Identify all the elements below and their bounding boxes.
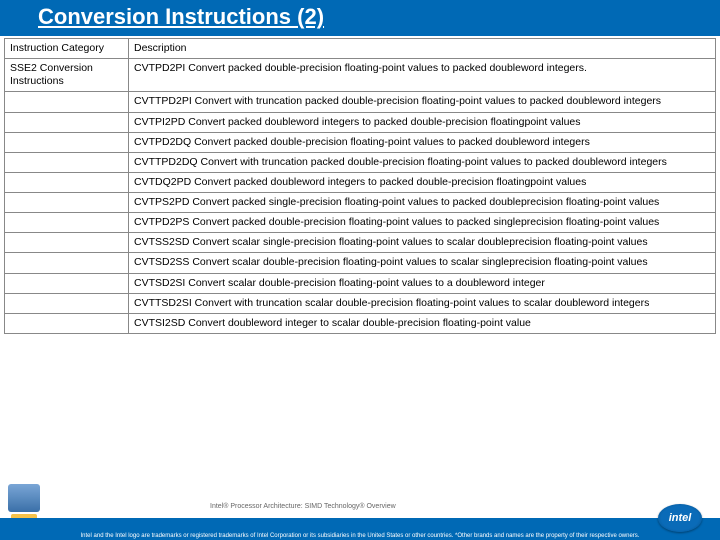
table-row: CVTTPD2DQ Convert with truncation packed… bbox=[5, 152, 716, 172]
slide-title: Conversion Instructions (2) bbox=[0, 0, 720, 36]
cell-category: SSE2 Conversion Instructions bbox=[5, 59, 129, 92]
cell-desc: CVTPS2PD Convert packed single-precision… bbox=[129, 193, 716, 213]
table-row: SSE2 Conversion InstructionsCVTPD2PI Con… bbox=[5, 59, 716, 92]
table-row: CVTTSD2SI Convert with truncation scalar… bbox=[5, 293, 716, 313]
table-header-row: Instruction Category Description bbox=[5, 39, 716, 59]
legal-text: Intel and the Intel logo are trademarks … bbox=[0, 533, 720, 539]
table-row: CVTTPD2PI Convert with truncation packed… bbox=[5, 92, 716, 112]
header-category: Instruction Category bbox=[5, 39, 129, 59]
cell-desc: CVTPD2PS Convert packed double-precision… bbox=[129, 213, 716, 233]
cell-desc: CVTSS2SD Convert scalar single-precision… bbox=[129, 233, 716, 253]
table-row: CVTPD2PS Convert packed double-precision… bbox=[5, 213, 716, 233]
table-row: CVTSD2SI Convert scalar double-precision… bbox=[5, 273, 716, 293]
table-row: CVTPS2PD Convert packed single-precision… bbox=[5, 193, 716, 213]
cell-desc: CVTTPD2DQ Convert with truncation packed… bbox=[129, 152, 716, 172]
cell-desc: CVTPD2PI Convert packed double-precision… bbox=[129, 59, 716, 92]
table-row: CVTSD2SS Convert scalar double-precision… bbox=[5, 253, 716, 273]
intel-logo: intel bbox=[658, 504, 702, 532]
header-description: Description bbox=[129, 39, 716, 59]
table-row: CVTPI2PD Convert packed doubleword integ… bbox=[5, 112, 716, 132]
cell-desc: CVTPD2DQ Convert packed double-precision… bbox=[129, 132, 716, 152]
intel-logo-icon: intel bbox=[658, 504, 702, 532]
cell-desc: CVTTPD2PI Convert with truncation packed… bbox=[129, 92, 716, 112]
cell-desc: CVTSD2SS Convert scalar double-precision… bbox=[129, 253, 716, 273]
cell-desc: CVTDQ2PD Convert packed doubleword integ… bbox=[129, 172, 716, 192]
cell-desc: CVTSI2SD Convert doubleword integer to s… bbox=[129, 313, 716, 333]
table-row: CVTSS2SD Convert scalar single-precision… bbox=[5, 233, 716, 253]
cell-desc: CVTTSD2SI Convert with truncation scalar… bbox=[129, 293, 716, 313]
instruction-table: Instruction Category Description SSE2 Co… bbox=[4, 38, 716, 334]
cell-desc: CVTPI2PD Convert packed doubleword integ… bbox=[129, 112, 716, 132]
footer-note: Intel® Processor Architecture: SIMD Tech… bbox=[210, 503, 396, 510]
table-row: CVTSI2SD Convert doubleword integer to s… bbox=[5, 313, 716, 333]
table-row: CVTDQ2PD Convert packed doubleword integ… bbox=[5, 172, 716, 192]
table-row: CVTPD2DQ Convert packed double-precision… bbox=[5, 132, 716, 152]
cell-desc: CVTSD2SI Convert scalar double-precision… bbox=[129, 273, 716, 293]
intel-software-badge bbox=[8, 484, 40, 512]
